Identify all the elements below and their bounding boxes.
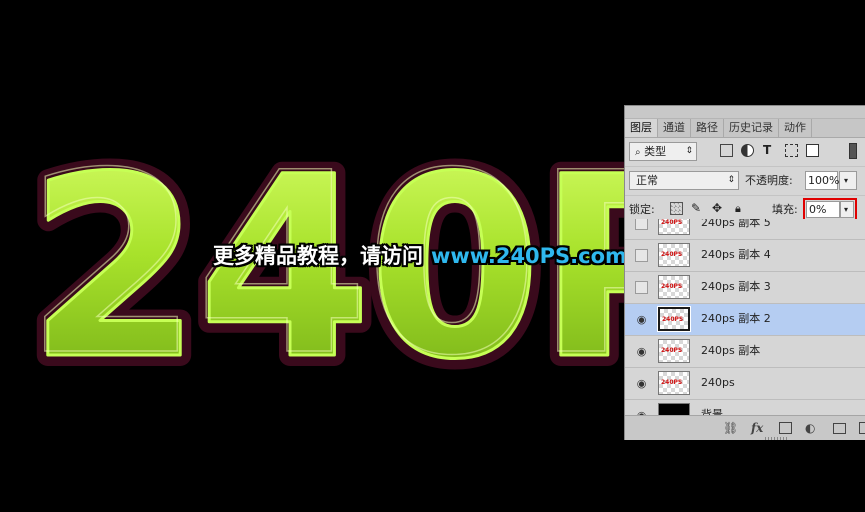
- folder-icon[interactable]: [833, 423, 846, 434]
- filter-kind-select[interactable]: ⌕ 类型 ⇕: [629, 142, 697, 161]
- watermark: 更多精品教程，请访问 www.240PS.com: [213, 240, 627, 272]
- layer-name: 240ps 副本 4: [701, 248, 771, 261]
- move-icon[interactable]: ✥: [712, 202, 725, 215]
- new-layer-icon[interactable]: [859, 422, 865, 434]
- filter-toggle-icon[interactable]: [849, 143, 857, 159]
- layer-thumbnail: 240PS: [658, 219, 690, 235]
- panel-bottom-toolbar: ⛓ fx ◐: [625, 415, 865, 440]
- layer-row-selected[interactable]: ◉ 240PS 240ps 副本 2: [625, 304, 865, 336]
- layer-thumbnail: 240PS: [658, 243, 690, 267]
- fill-field[interactable]: 0%: [806, 201, 840, 218]
- layers-list[interactable]: 240PS 240ps 副本 5 240PS 240ps 副本 4 240PS …: [625, 219, 865, 415]
- visibility-toggle[interactable]: [635, 249, 648, 262]
- adjustment-filter-icon[interactable]: [741, 144, 754, 157]
- opacity-field[interactable]: 100%: [805, 171, 839, 190]
- fill-dropdown-button[interactable]: ▾: [840, 201, 854, 218]
- type-filter-icon[interactable]: T: [763, 144, 776, 157]
- watermark-url: www.240PS.com: [431, 244, 627, 268]
- layer-name: 240ps 副本 3: [701, 280, 771, 293]
- panel-titlebar[interactable]: [625, 106, 865, 119]
- filter-kind-label: 类型: [644, 145, 667, 158]
- layer-row[interactable]: 240PS 240ps 副本 5: [625, 219, 865, 240]
- visibility-toggle[interactable]: [635, 219, 648, 230]
- eye-icon[interactable]: ◉: [635, 377, 648, 390]
- layer-row[interactable]: 240PS 240ps 副本 3: [625, 272, 865, 304]
- updown-arrow-icon: ⇕: [727, 175, 735, 185]
- lock-icon[interactable]: 🔒︎: [735, 202, 748, 215]
- layer-thumbnail: 240PS: [658, 275, 690, 299]
- pixel-filter-icon[interactable]: [720, 144, 733, 157]
- filter-row: ⌕ 类型 ⇕ T: [625, 138, 865, 167]
- smart-object-filter-icon[interactable]: [806, 144, 819, 157]
- layer-row[interactable]: ◉ 240PS 240ps 副本: [625, 336, 865, 368]
- layer-name: 240ps 副本 5: [701, 219, 771, 229]
- layer-name: 240ps: [701, 376, 735, 389]
- opacity-dropdown-button[interactable]: ▾: [839, 171, 857, 190]
- tab-paths[interactable]: 路径: [691, 119, 724, 137]
- tab-channels[interactable]: 通道: [658, 119, 691, 137]
- eye-icon[interactable]: ◉: [635, 345, 648, 358]
- layer-name: 240ps 副本: [701, 344, 761, 357]
- blend-mode-select[interactable]: 正常 ⇕: [629, 171, 739, 190]
- lock-transparent-icon[interactable]: [670, 202, 683, 215]
- tab-actions[interactable]: 动作: [779, 119, 812, 137]
- fx-icon[interactable]: fx: [751, 421, 763, 435]
- tab-layers[interactable]: 图层: [625, 119, 658, 137]
- layer-row[interactable]: 240PS 240ps 副本 4: [625, 240, 865, 272]
- tab-history[interactable]: 历史记录: [724, 119, 779, 137]
- visibility-toggle[interactable]: [635, 281, 648, 294]
- layer-row[interactable]: ◉ 背景: [625, 400, 865, 415]
- fill-highlight-box: 0% ▾: [803, 198, 857, 221]
- blend-row: 正常 ⇕ 不透明度: 100% ▾: [625, 167, 865, 196]
- resize-grip[interactable]: [765, 437, 787, 440]
- adjustment-layer-icon[interactable]: ◐: [805, 421, 815, 435]
- eye-icon[interactable]: ◉: [635, 313, 648, 326]
- mask-icon[interactable]: [779, 422, 792, 434]
- layer-thumbnail: 240PS: [658, 339, 690, 363]
- brush-icon[interactable]: ✎: [691, 202, 704, 215]
- layer-row[interactable]: ◉ 240PS 240ps: [625, 368, 865, 400]
- layer-thumbnail: [658, 403, 690, 415]
- watermark-text: 更多精品教程，请访问: [213, 244, 423, 268]
- layer-thumbnail: 240PS: [657, 306, 691, 332]
- panel-tabs: 图层 通道 路径 历史记录 动作: [625, 119, 865, 138]
- updown-arrow-icon: ⇕: [685, 146, 693, 156]
- opacity-label: 不透明度:: [745, 174, 793, 187]
- layer-name: 240ps 副本 2: [701, 312, 771, 325]
- link-icon[interactable]: ⛓: [723, 421, 738, 435]
- search-icon: ⌕: [635, 147, 641, 158]
- layer-name: 背景: [701, 408, 723, 415]
- blend-mode-label: 正常: [636, 174, 658, 187]
- layer-thumbnail: 240PS: [658, 371, 690, 395]
- layers-panel: 图层 通道 路径 历史记录 动作 ⌕ 类型 ⇕ T 正常 ⇕ 不透明度: 100…: [624, 105, 865, 440]
- shape-filter-icon[interactable]: [785, 144, 798, 157]
